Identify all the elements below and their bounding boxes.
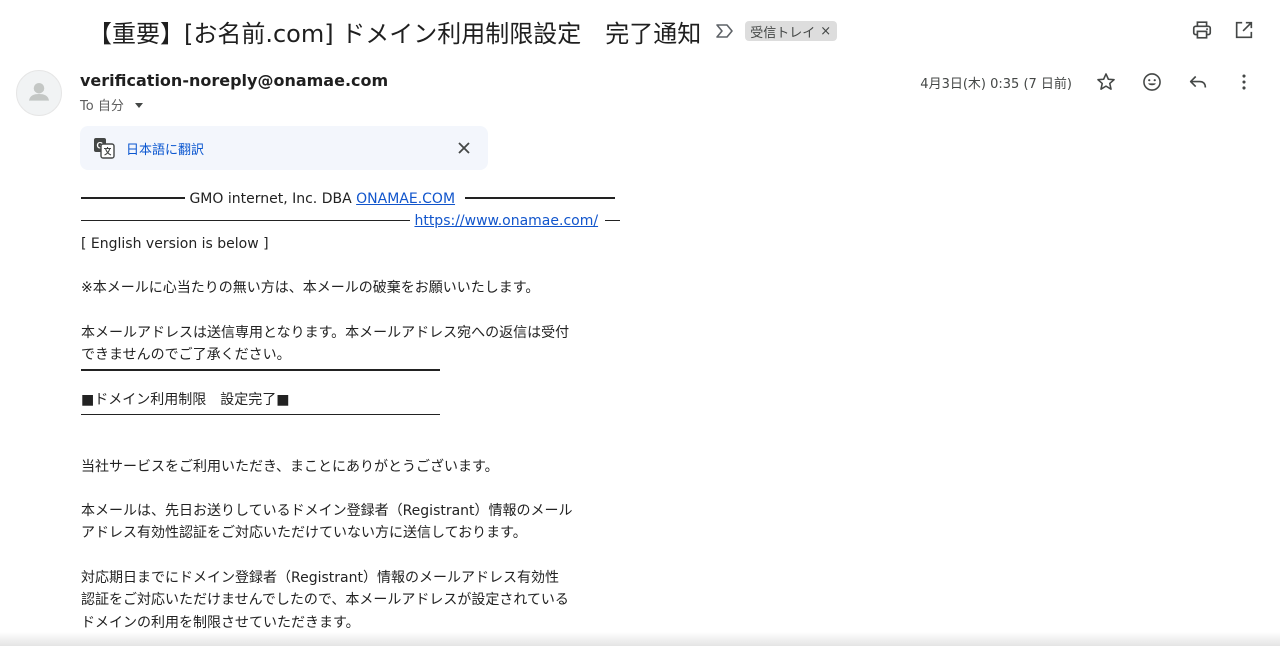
sender-avatar[interactable] (16, 70, 62, 116)
email-body: GMO internet, Inc. DBA ONAMAE.COM https:… (81, 188, 621, 634)
divider (81, 366, 621, 388)
english-note: [ English version is below ] (81, 235, 269, 252)
message-actions (1094, 70, 1256, 94)
body-url-line: https://www.onamae.com/ (81, 210, 621, 232)
show-details-chevron-icon[interactable] (134, 103, 143, 108)
notice-line: ※本メールに心当たりの無い方は、本メールの破棄をお願いいたします。 (81, 280, 540, 297)
company-text: GMO internet, Inc. DBA (189, 191, 357, 207)
notice-line: できませんのでご了承ください。 (81, 347, 291, 364)
sender-email[interactable]: verification-noreply@onamae.com (80, 71, 388, 90)
emoji-reaction-button[interactable] (1140, 70, 1164, 94)
recipient-label: To 自分 (80, 99, 124, 114)
important-marker-icon[interactable] (715, 21, 735, 41)
section-title: ■ドメイン利用制限 設定完了■ (81, 391, 290, 408)
default-avatar-icon (28, 82, 50, 101)
message-date: 4月3日(木) 0:35 (7 日前) (920, 77, 1072, 92)
bottom-shadow (0, 632, 1280, 646)
paragraph-line: 認証をご対応いただけませんでしたので、本メールアドレスが設定されている (81, 592, 569, 609)
email-subject: 【重要】[お名前.com] ドメイン利用制限設定 完了通知 (88, 19, 702, 48)
subject-row: 【重要】[お名前.com] ドメイン利用制限設定 完了通知 受信トレイ × (88, 12, 838, 50)
star-button[interactable] (1094, 70, 1118, 94)
close-icon[interactable] (454, 138, 474, 158)
label-chip-inbox[interactable]: 受信トレイ × (745, 21, 838, 41)
printer-icon (1192, 21, 1212, 39)
paragraph-line: アドレス有効性認証をご対応いただけていない方に送信しております。 (81, 525, 527, 542)
google-translate-icon: G (94, 138, 115, 159)
reply-button[interactable] (1186, 70, 1210, 94)
onamae-url-link[interactable]: https://www.onamae.com/ (414, 213, 598, 229)
paragraph-line: 本メールは、先日お送りしているドメイン登録者（Registrant）情報のメール (81, 503, 573, 520)
recipient-line: To 自分 (80, 95, 143, 114)
decorative-rule (604, 219, 620, 222)
emoji-reaction-icon (1143, 73, 1161, 91)
translate-bar: G 日本語に翻訳 (80, 126, 488, 170)
paragraph-line: ドメインの利用を制限させていただきます。 (81, 614, 360, 631)
star-icon (1097, 73, 1115, 90)
onamae-link[interactable]: ONAMAE.COM (356, 191, 455, 207)
more-options-button[interactable] (1232, 70, 1256, 94)
paragraph-line: 対応期日までにドメイン登録者（Registrant）情報のメールアドレス有効性 (81, 570, 559, 587)
decorative-rule (81, 197, 185, 199)
divider (81, 411, 621, 433)
paragraph-line: 当社サービスをご利用いただき、まことにありがとうございます。 (81, 458, 499, 475)
body-header-line: GMO internet, Inc. DBA ONAMAE.COM (81, 188, 621, 210)
print-button[interactable] (1190, 18, 1214, 42)
decorative-rule (81, 219, 410, 222)
decorative-rule (465, 197, 616, 199)
email-view: 【重要】[お名前.com] ドメイン利用制限設定 完了通知 受信トレイ × ve… (0, 0, 1280, 646)
notice-line: 本メールアドレスは送信専用となります。本メールアドレス宛への返信は受付 (81, 324, 570, 341)
translate-link[interactable]: 日本語に翻訳 (126, 139, 204, 158)
open-in-new-window-button[interactable] (1232, 18, 1256, 42)
more-vertical-icon (1242, 74, 1246, 90)
open-in-new-window-icon (1235, 21, 1253, 39)
reply-icon (1189, 75, 1207, 88)
remove-label-button[interactable]: × (820, 24, 831, 39)
label-chip-text: 受信トレイ (750, 25, 816, 41)
thread-actions (1190, 18, 1256, 42)
